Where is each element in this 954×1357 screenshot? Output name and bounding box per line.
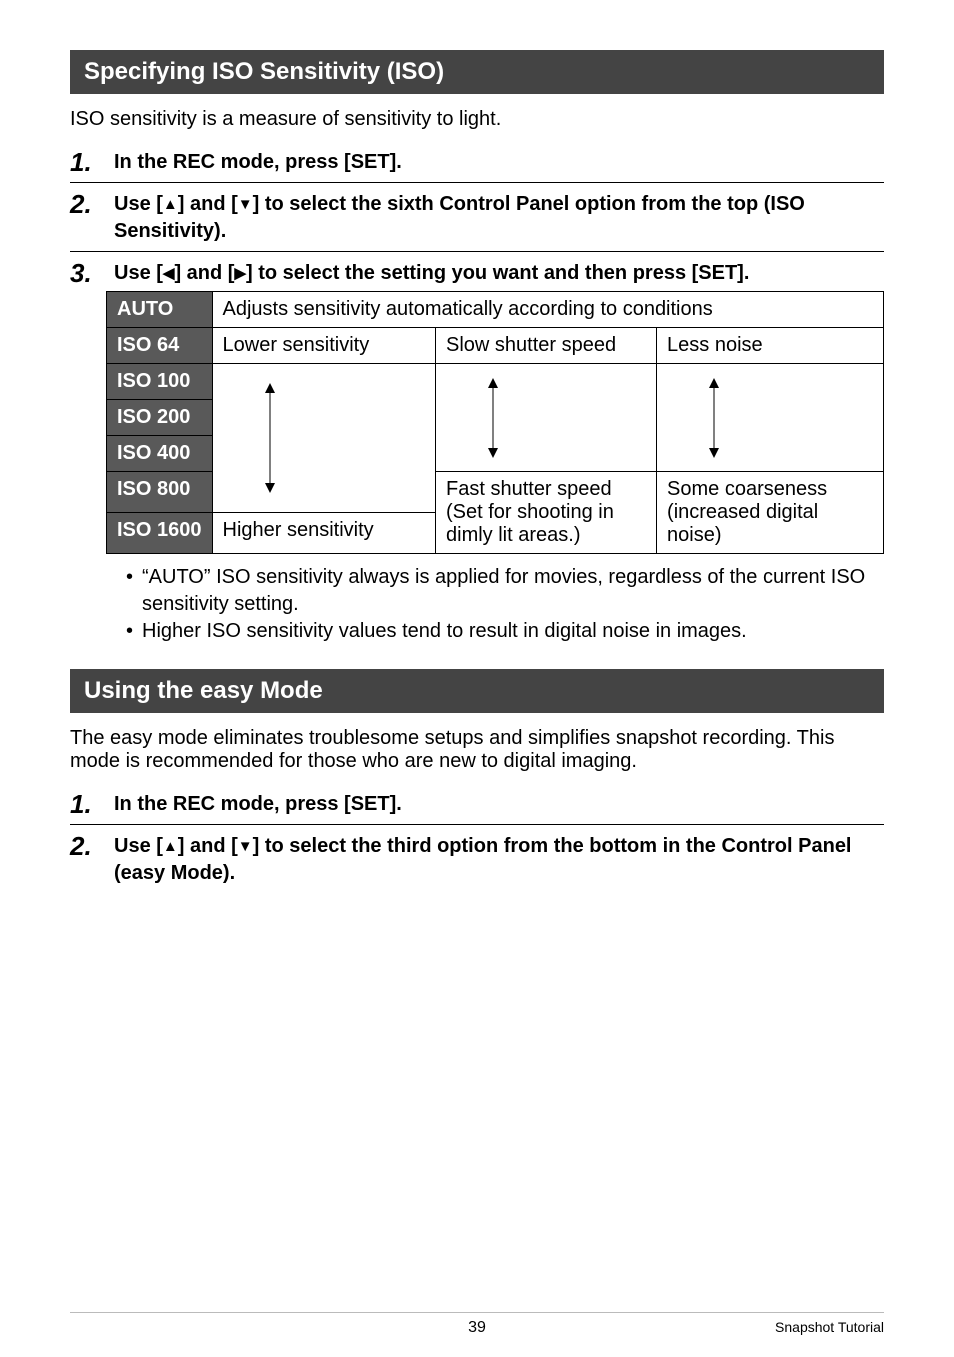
cell-iso100: ISO 100 [107, 364, 213, 400]
cell-iso200: ISO 200 [107, 400, 213, 436]
triangle-up-icon: ▲ [163, 838, 178, 855]
section-heading-iso: Specifying ISO Sensitivity (ISO) [70, 50, 884, 94]
step-mid2: ] to select the setting you want and the… [246, 262, 749, 284]
cell-col3-bot: Some coarseness (increased digital noise… [657, 472, 884, 554]
step-divider [70, 824, 884, 825]
cell-iso64: ISO 64 [107, 328, 213, 364]
step-2-1: 1. In the REC mode, press [SET]. [70, 791, 884, 818]
page-footer: 39 Snapshot Tutorial [70, 1312, 884, 1337]
cell-auto-label: AUTO [107, 292, 213, 328]
triangle-right-icon: ▶ [234, 265, 246, 282]
cell-iso400: ISO 400 [107, 436, 213, 472]
step-divider [70, 251, 884, 252]
bullet-item: Higher ISO sensitivity values tend to re… [126, 618, 884, 645]
step-1-2: 2. Use [▲] and [▼] to select the sixth C… [70, 191, 884, 245]
cell-arrow-sensitivity [212, 364, 435, 513]
step-text: In the REC mode, press [SET]. [114, 149, 402, 176]
cell-arrow-shutter [436, 364, 657, 472]
cell-iso1600: ISO 1600 [107, 513, 213, 554]
step-text: Use [▲] and [▼] to select the third opti… [114, 833, 884, 887]
step-1-1: 1. In the REC mode, press [SET]. [70, 149, 884, 176]
iso-table: AUTO Adjusts sensitivity automatically a… [106, 291, 884, 554]
step-mid1: ] and [ [178, 193, 238, 215]
section1-bullets: “AUTO” ISO sensitivity always is applied… [126, 564, 884, 645]
section2-intro: The easy mode eliminates troublesome set… [70, 727, 884, 773]
step-number: 2. [70, 191, 100, 217]
cell-auto-desc: Adjusts sensitivity automatically accord… [212, 292, 883, 328]
bullet-item: “AUTO” ISO sensitivity always is applied… [126, 564, 884, 618]
double-arrow-icon [707, 378, 721, 458]
step-pre: Use [ [114, 262, 163, 284]
step-number: 1. [70, 149, 100, 175]
triangle-down-icon: ▼ [238, 838, 253, 855]
cell-iso800: ISO 800 [107, 472, 213, 513]
page-number: 39 [468, 1319, 486, 1337]
cell-arrow-noise [657, 364, 884, 472]
triangle-up-icon: ▲ [163, 196, 178, 213]
footer-label: Snapshot Tutorial [775, 1319, 884, 1335]
step-number: 1. [70, 791, 100, 817]
step-divider [70, 182, 884, 183]
step-text: In the REC mode, press [SET]. [114, 791, 402, 818]
cell-col1-bot: Higher sensitivity [212, 513, 435, 554]
step-2-2: 2. Use [▲] and [▼] to select the third o… [70, 833, 884, 887]
step-number: 2. [70, 833, 100, 859]
cell-col3-top: Less noise [657, 328, 884, 364]
triangle-down-icon: ▼ [238, 196, 253, 213]
triangle-left-icon: ◀ [163, 265, 175, 282]
step-1-3: 3. Use [◀] and [▶] to select the setting… [70, 260, 884, 287]
double-arrow-icon [263, 383, 277, 493]
step-mid1: ] and [ [174, 262, 234, 284]
section-heading-easy: Using the easy Mode [70, 669, 884, 713]
cell-col2-top: Slow shutter speed [436, 328, 657, 364]
step-pre: Use [ [114, 193, 163, 215]
section1-intro: ISO sensitivity is a measure of sensitiv… [70, 108, 884, 131]
cell-col1-top: Lower sensitivity [212, 328, 435, 364]
cell-col2-bot: Fast shutter speed (Set for shooting in … [436, 472, 657, 554]
step-text: Use [◀] and [▶] to select the setting yo… [114, 260, 749, 287]
step-pre: Use [ [114, 835, 163, 857]
step-number: 3. [70, 260, 100, 286]
double-arrow-icon [486, 378, 500, 458]
step-mid1: ] and [ [178, 835, 238, 857]
step-text: Use [▲] and [▼] to select the sixth Cont… [114, 191, 884, 245]
